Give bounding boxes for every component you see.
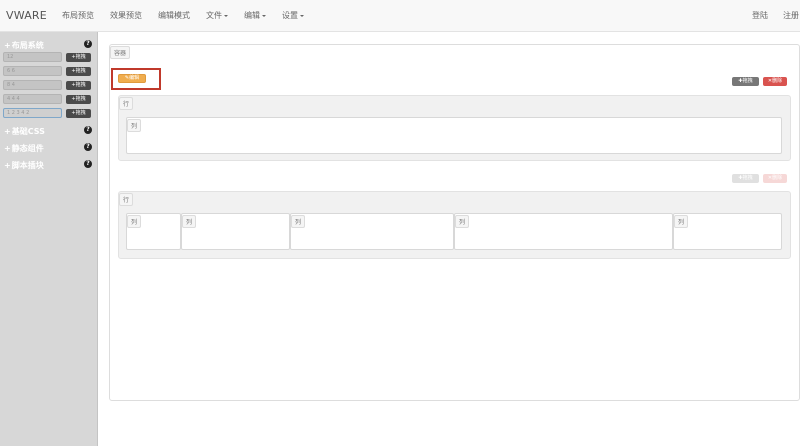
- layout-column[interactable]: [454, 213, 673, 250]
- layout-column[interactable]: [181, 213, 290, 250]
- delete-label: 删除: [772, 78, 783, 84]
- layout-column[interactable]: [126, 117, 782, 154]
- column-label: 列: [127, 119, 142, 132]
- help-icon[interactable]: ?: [84, 40, 92, 48]
- drag-label: 拖拽: [75, 54, 86, 60]
- container-label: 容器: [110, 46, 131, 59]
- column-label: 列: [291, 215, 306, 228]
- drag-label: 拖拽: [75, 68, 86, 74]
- nav-settings-label: 设置: [282, 11, 298, 20]
- layout-column[interactable]: [290, 213, 454, 250]
- nav-file-menu[interactable]: 文件: [206, 10, 228, 21]
- grid-row-item[interactable]: 8 4: [3, 80, 62, 90]
- section-label: 基础CSS: [11, 127, 45, 136]
- drag-label: 拖拽: [742, 78, 753, 84]
- plus-icon: +: [4, 161, 11, 170]
- register-link[interactable]: 注册: [783, 10, 799, 21]
- section-label: 静态组件: [11, 144, 44, 153]
- sidebar-section-layout[interactable]: +布局系统: [4, 40, 44, 51]
- layout-column[interactable]: [673, 213, 782, 250]
- section-label: 脚本插块: [11, 161, 44, 170]
- drag-label: 拖拽: [75, 110, 86, 116]
- edit-button[interactable]: ✎编辑: [118, 74, 146, 83]
- drag-label: 拖拽: [75, 96, 86, 102]
- nav-edit-label: 编辑: [244, 11, 260, 20]
- row-label: 行: [119, 193, 134, 206]
- delete-button[interactable]: ✕删除: [763, 174, 787, 183]
- delete-button[interactable]: ✕删除: [763, 77, 787, 86]
- plus-icon: +: [4, 41, 11, 50]
- column-label: 列: [127, 215, 142, 228]
- drag-button[interactable]: ✚拖拽: [732, 174, 759, 183]
- login-link[interactable]: 登陆: [752, 10, 768, 21]
- delete-label: 删除: [772, 175, 783, 181]
- plus-icon: +: [4, 127, 11, 136]
- top-navbar: VWARE 布局预览 效果预览 编辑模式 文件 编辑 设置 登陆 注册: [0, 0, 800, 32]
- help-icon[interactable]: ?: [84, 143, 92, 151]
- grid-row-item[interactable]: 6 6: [3, 66, 62, 76]
- edit-label: 编辑: [129, 75, 140, 81]
- drag-button[interactable]: +拖拽: [66, 81, 91, 90]
- drag-button[interactable]: +拖拽: [66, 53, 91, 62]
- brand-logo[interactable]: VWARE: [6, 9, 47, 22]
- chevron-down-icon: [300, 14, 304, 17]
- section-label: 布局系统: [11, 41, 44, 50]
- nav-edit-menu[interactable]: 编辑: [244, 10, 266, 21]
- row-label: 行: [119, 97, 134, 110]
- nav-edit-mode[interactable]: 编辑模式: [158, 10, 190, 21]
- nav-effect-preview[interactable]: 效果预览: [110, 10, 142, 21]
- column-label: 列: [455, 215, 470, 228]
- column-label: 列: [182, 215, 197, 228]
- sidebar-section-script-blocks[interactable]: +脚本插块: [4, 160, 44, 171]
- grid-row-item[interactable]: 1 2 3 4 2: [3, 108, 62, 118]
- grid-row-item[interactable]: 4 4 4: [3, 94, 62, 104]
- nav-file-label: 文件: [206, 11, 222, 20]
- nav-layout-preview[interactable]: 布局预览: [62, 10, 94, 21]
- help-icon[interactable]: ?: [84, 160, 92, 168]
- component-sidebar: +布局系统 ? 12 +拖拽 6 6 +拖拽 8 4 +拖拽 4 4 4 +拖拽…: [0, 32, 98, 446]
- grid-row-item[interactable]: 12: [3, 52, 62, 62]
- chevron-down-icon: [224, 14, 228, 17]
- drag-button[interactable]: +拖拽: [66, 95, 91, 104]
- drag-button[interactable]: +拖拽: [66, 109, 91, 118]
- sidebar-section-base-css[interactable]: +基础CSS: [4, 126, 45, 137]
- plus-icon: +: [4, 144, 11, 153]
- drag-label: 拖拽: [742, 175, 753, 181]
- drag-label: 拖拽: [75, 82, 86, 88]
- column-label: 列: [674, 215, 689, 228]
- nav-settings-menu[interactable]: 设置: [282, 10, 304, 21]
- drag-button[interactable]: ✚拖拽: [732, 77, 759, 86]
- sidebar-section-static-components[interactable]: +静态组件: [4, 143, 44, 154]
- help-icon[interactable]: ?: [84, 126, 92, 134]
- drag-button[interactable]: +拖拽: [66, 67, 91, 76]
- chevron-down-icon: [262, 14, 266, 17]
